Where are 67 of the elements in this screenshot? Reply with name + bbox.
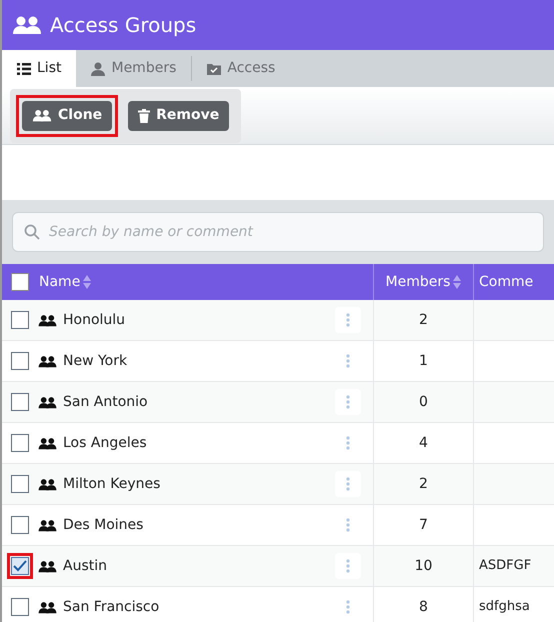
column-header[interactable]: Comme (479, 272, 534, 292)
table-cell-text: sdfghsa (479, 598, 530, 616)
checkbox[interactable] (11, 273, 29, 291)
group-name: Des Moines (63, 516, 144, 534)
checkmark-icon (13, 560, 27, 572)
checkbox[interactable] (11, 516, 29, 534)
kebab-icon (346, 436, 350, 450)
page-title: Access Groups (50, 12, 196, 39)
sort-icon (83, 275, 92, 289)
kebab-icon (346, 600, 350, 614)
kebab-icon (346, 518, 350, 532)
table-row[interactable]: San Antonio 0 (2, 382, 554, 423)
group-name: Honolulu (63, 310, 126, 330)
table-row[interactable]: New York 1 (2, 341, 554, 382)
kebab-icon (346, 477, 350, 491)
group-icon (38, 436, 57, 450)
group-icon (38, 478, 57, 490)
kebab-icon (346, 354, 350, 368)
folder-check-icon (207, 62, 222, 74)
table-row[interactable]: Milton Keynes 2 (2, 464, 554, 505)
group-icon (38, 560, 57, 572)
table-row[interactable]: Honolulu 2 (2, 300, 554, 341)
table-cell-text: 2 (419, 310, 428, 330)
checkbox[interactable] (11, 475, 29, 493)
remove-button[interactable]: Remove (128, 100, 230, 130)
checkbox[interactable] (11, 311, 29, 329)
group-icon (32, 109, 52, 122)
group-icon (38, 354, 57, 368)
group-name: San Antonio (63, 392, 149, 412)
group-name: San Francisco (63, 598, 160, 616)
table-cell-text: ASDFGF (479, 557, 532, 576)
search-field[interactable]: Search by name or comment (12, 212, 544, 252)
table-row[interactable]: Des Moines 7 (2, 505, 554, 546)
group-icon (12, 15, 42, 35)
table-cell-text: 0 (419, 392, 428, 412)
group-name: Milton Keynes (63, 474, 162, 494)
table-row[interactable]: Los Angeles 4 (2, 423, 554, 464)
checkbox[interactable] (11, 393, 29, 411)
kebab-icon (346, 559, 350, 573)
checkbox[interactable] (11, 434, 29, 452)
kebab-icon (346, 313, 350, 327)
table-cell-text: 1 (419, 352, 428, 370)
person-icon (91, 62, 106, 76)
table-row[interactable]: Austin 10 ASDFGF (2, 546, 554, 587)
table-cell-text: 2 (419, 474, 428, 494)
group-icon (38, 314, 57, 326)
group-icon (38, 518, 57, 532)
checkbox[interactable] (11, 352, 29, 370)
list-icon (17, 62, 31, 74)
checkbox[interactable] (11, 557, 29, 575)
group-icon (38, 600, 57, 614)
group-name: Austin (63, 556, 108, 576)
table-cell-text: 4 (419, 434, 428, 452)
column-header[interactable]: Name (39, 272, 80, 292)
column-header[interactable]: Members (386, 272, 450, 292)
clone-button[interactable]: Clone (22, 100, 112, 130)
checkbox[interactable] (11, 598, 29, 616)
kebab-icon (346, 395, 350, 409)
table-cell-text: 10 (414, 556, 432, 576)
table-cell-text: 8 (419, 598, 428, 616)
group-icon (38, 396, 57, 408)
sort-icon (453, 275, 462, 289)
trash-icon (138, 108, 150, 122)
tab[interactable]: List (2, 50, 76, 87)
table-cell-text: 7 (419, 516, 428, 534)
group-name: Los Angeles (63, 434, 148, 452)
group-name: New York (63, 352, 128, 370)
